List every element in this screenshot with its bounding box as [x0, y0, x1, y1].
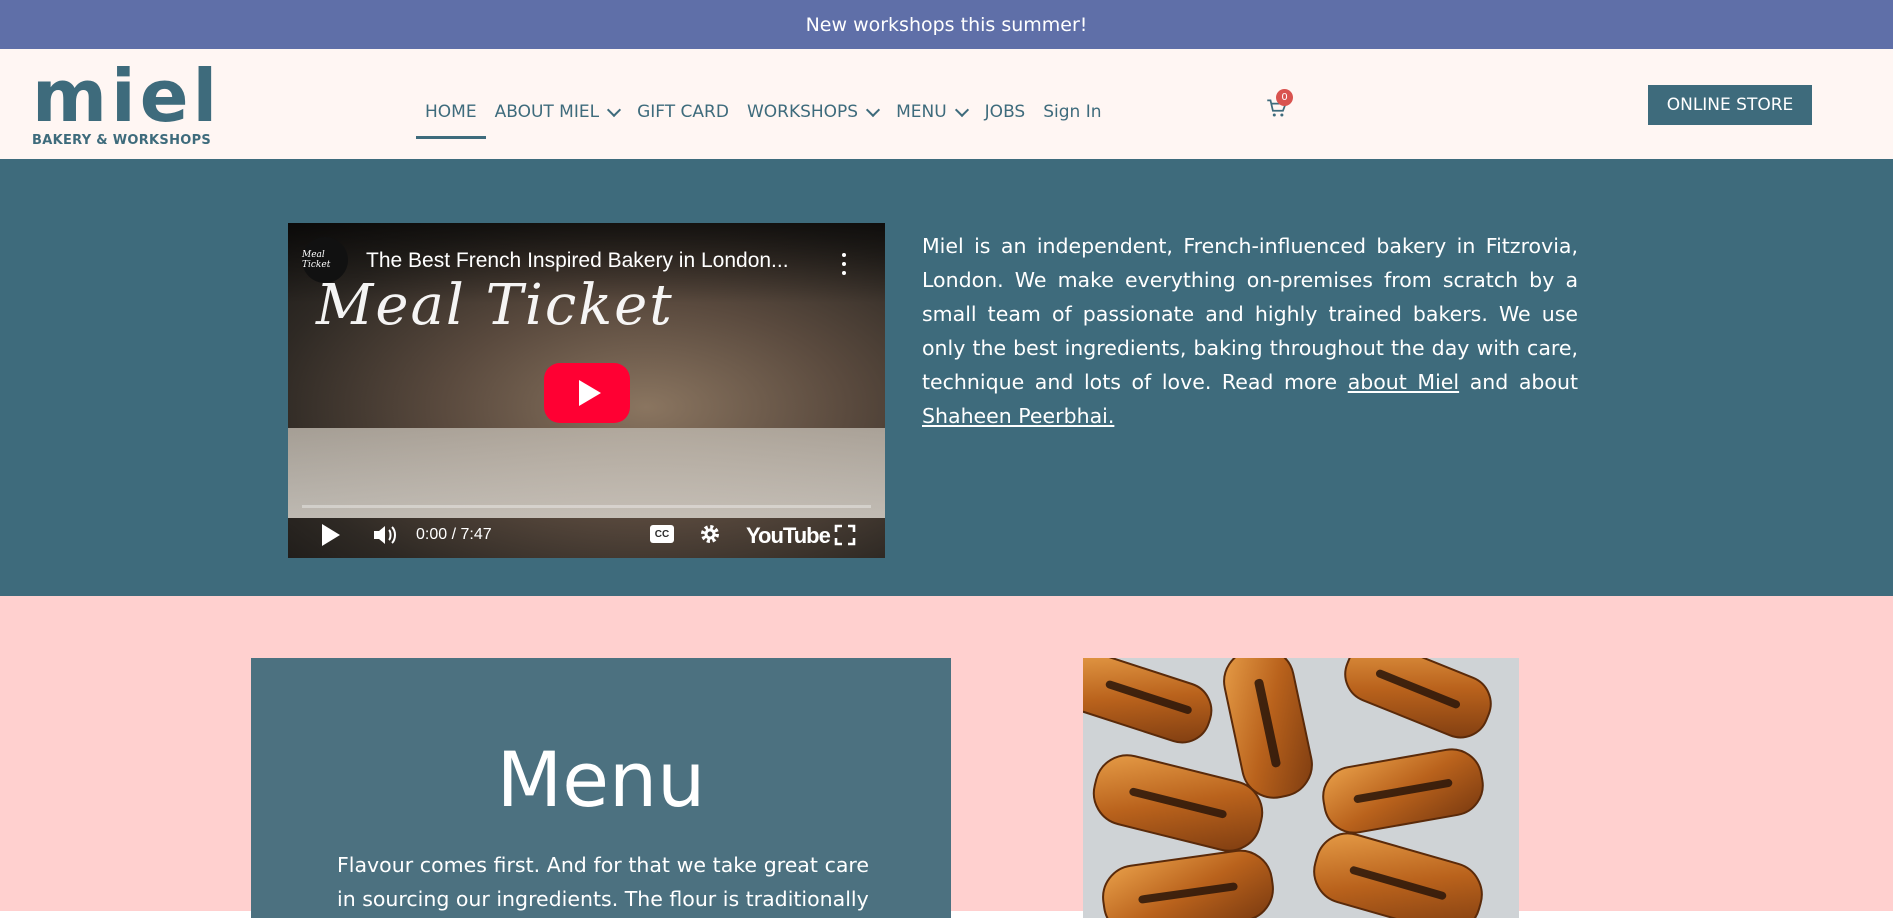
announcement-text: New workshops this summer! [805, 13, 1088, 36]
nav-item-label: HOME [425, 102, 477, 122]
nav-item-label: ABOUT MIEL [494, 102, 600, 122]
video-title[interactable]: The Best French Inspired Bakery in Londo… [366, 249, 826, 273]
cart-count-badge: 0 [1276, 89, 1293, 106]
youtube-logo[interactable]: YouTube [746, 523, 831, 549]
nav-item-sign-in[interactable]: Sign In [1034, 89, 1110, 135]
fullscreen-icon[interactable] [834, 524, 856, 546]
captions-icon[interactable]: CC [650, 525, 674, 543]
shaheen-peerbhai-link[interactable]: Shaheen Peerbhai. [922, 404, 1114, 428]
menu-card: Menu Flavour comes first. And for that w… [251, 658, 951, 918]
more-options-icon[interactable] [834, 253, 854, 275]
site-logo[interactable]: miel BAKERY & WORKSHOPS [32, 54, 222, 148]
nav-item-about-miel[interactable]: ABOUT MIEL [486, 89, 629, 135]
nav-item-label: GIFT CARD [637, 102, 729, 122]
menu-section: Menu Flavour comes first. And for that w… [0, 596, 1893, 918]
pain-au-chocolat-image [1083, 658, 1519, 918]
nav-item-workshops[interactable]: WORKSHOPS [738, 89, 887, 135]
announcement-bar: New workshops this summer! [0, 0, 1893, 49]
menu-description: Flavour comes first. And for that we tak… [337, 853, 869, 911]
volume-icon[interactable] [372, 524, 400, 546]
online-store-button[interactable]: ONLINE STORE [1648, 85, 1812, 125]
site-header: miel BAKERY & WORKSHOPS HOME ABOUT MIEL … [0, 49, 1893, 159]
video-overlay-script: Meal Ticket [316, 273, 674, 338]
channel-avatar[interactable]: Meal Ticket [302, 237, 348, 283]
hero-section: Meal Ticket Meal Ticket The Best French … [0, 159, 1893, 596]
logo-wordmark: miel [32, 54, 222, 138]
youtube-video-player[interactable]: Meal Ticket Meal Ticket The Best French … [288, 223, 885, 558]
about-miel-link[interactable]: about Miel [1348, 370, 1459, 394]
nav-item-home[interactable]: HOME [416, 89, 486, 139]
settings-gear-icon[interactable] [698, 522, 722, 546]
nav-item-label: Sign In [1043, 102, 1102, 122]
hero-description: Miel is an independent, French-influence… [922, 229, 1578, 433]
cart-button[interactable]: 0 [1264, 89, 1294, 123]
logo-tagline: BAKERY & WORKSHOPS [32, 133, 212, 148]
nav-item-label: WORKSHOPS [746, 102, 859, 122]
video-time: 0:00 / 7:47 [416, 526, 492, 543]
menu-heading: Menu [496, 735, 706, 824]
video-controls: 0:00 / 7:47 CC YouTube [288, 510, 885, 558]
youtube-play-button[interactable] [544, 363, 630, 423]
hero-text-mid: and about [1459, 370, 1578, 394]
chevron-down-icon [866, 102, 881, 117]
nav-item-menu[interactable]: MENU [887, 89, 976, 135]
nav-item-label: MENU [896, 102, 947, 122]
video-progress-bar[interactable] [302, 505, 871, 508]
nav-item-gift-card[interactable]: GIFT CARD [628, 89, 738, 135]
nav-item-label: JOBS [984, 102, 1026, 122]
pastry-photo [1083, 658, 1519, 918]
play-icon[interactable] [322, 524, 340, 546]
chevron-down-icon [954, 102, 969, 117]
main-nav: HOME ABOUT MIEL GIFT CARD WORKSHOPS MENU… [416, 89, 1111, 139]
chevron-down-icon [607, 102, 622, 117]
nav-item-jobs[interactable]: JOBS [976, 89, 1035, 135]
